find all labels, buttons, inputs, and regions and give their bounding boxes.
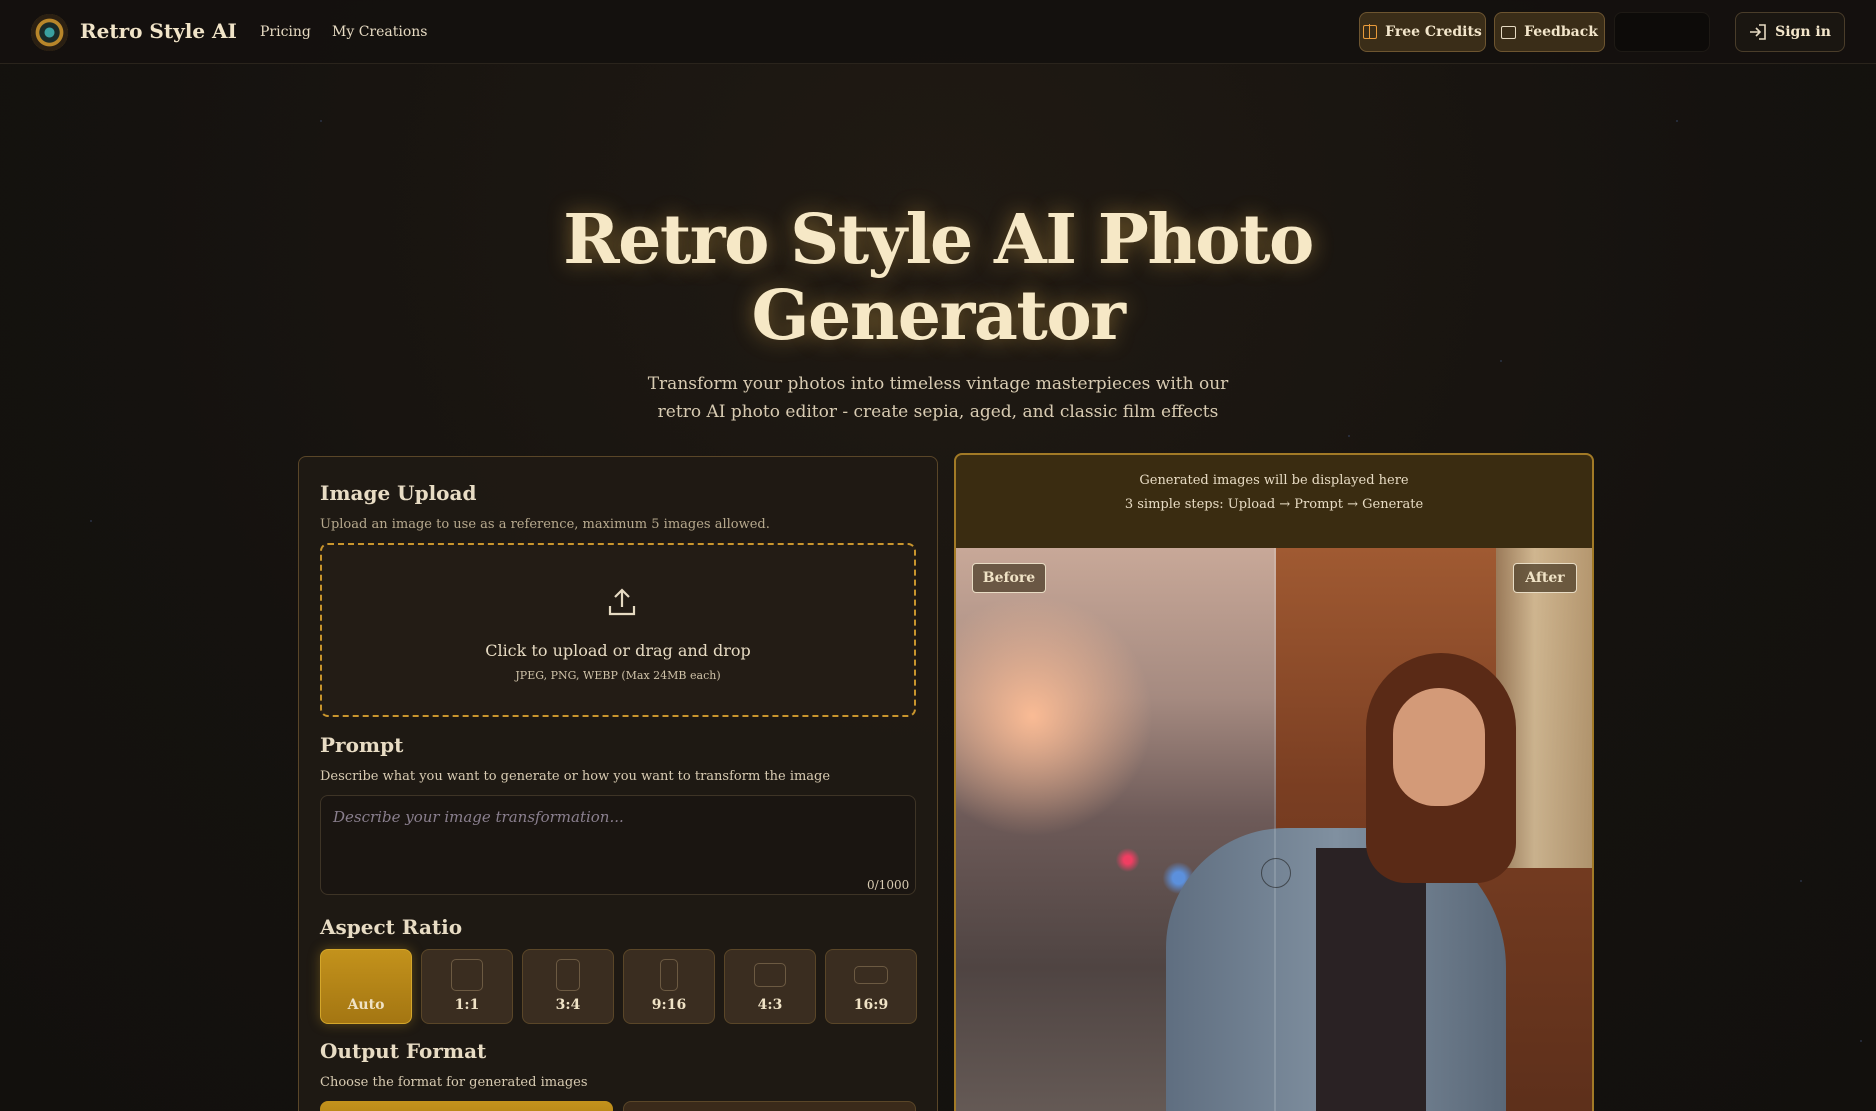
- prompt-input[interactable]: [320, 795, 916, 895]
- image-upload-desc: Upload an image to use as a reference, m…: [320, 517, 770, 532]
- ratio-label: 3:4: [555, 997, 581, 1013]
- ratio-label: 4:3: [757, 997, 783, 1013]
- output-format-desc: Choose the format for generated images: [320, 1075, 588, 1090]
- ratio-16-9-icon: [854, 966, 888, 984]
- before-after-image[interactable]: Before After: [956, 548, 1592, 1111]
- upload-formats: JPEG, PNG, WEBP (Max 24MB each): [515, 669, 721, 682]
- chat-icon: [1501, 25, 1517, 39]
- prompt-title: Prompt: [320, 733, 404, 757]
- ratio-1-1-icon: [451, 959, 483, 991]
- sign-in-label: Sign in: [1775, 24, 1831, 40]
- free-credits-button[interactable]: Free Credits: [1359, 12, 1486, 52]
- subtitle-line-2: retro AI photo editor - create sepia, ag…: [657, 402, 1219, 422]
- top-navbar: Retro Style AI Pricing My Creations Free…: [0, 0, 1876, 64]
- format-option-1[interactable]: [320, 1101, 613, 1111]
- page-title-line-2: Generator: [751, 276, 1126, 356]
- brand-name[interactable]: Retro Style AI: [80, 19, 237, 43]
- photo-subject-shirt: [1316, 848, 1426, 1111]
- sign-in-icon: [1750, 24, 1766, 40]
- ratio-option-auto[interactable]: Auto: [320, 949, 412, 1024]
- ratio-label: Auto: [347, 997, 385, 1013]
- ratio-option-1-1[interactable]: 1:1: [421, 949, 513, 1024]
- ratio-option-16-9[interactable]: 16:9: [825, 949, 917, 1024]
- ratio-option-4-3[interactable]: 4:3: [724, 949, 816, 1024]
- theme-toggle-button[interactable]: [1614, 12, 1710, 52]
- ratio-3-4-icon: [556, 959, 580, 991]
- aspect-ratio-group: Auto 1:1 3:4 9:16 4:3 16:9: [320, 949, 917, 1024]
- preview-placeholder-text: Generated images will be displayed here: [1139, 473, 1409, 488]
- nav-pricing[interactable]: Pricing: [260, 24, 311, 40]
- preview-panel: Generated images will be displayed here …: [954, 453, 1594, 1111]
- free-credits-label: Free Credits: [1385, 24, 1482, 40]
- nav-my-creations[interactable]: My Creations: [332, 24, 427, 40]
- prompt-desc: Describe what you want to generate or ho…: [320, 769, 831, 784]
- ratio-label: 1:1: [454, 997, 480, 1013]
- ratio-option-3-4[interactable]: 3:4: [522, 949, 614, 1024]
- ratio-label: 9:16: [651, 997, 687, 1013]
- logo-icon[interactable]: [31, 14, 68, 51]
- prompt-char-counter: 0/1000: [867, 878, 910, 892]
- ratio-9-16-icon: [660, 959, 678, 991]
- after-label: After: [1513, 563, 1577, 593]
- generator-form-panel: Image Upload Upload an image to use as a…: [298, 456, 938, 1111]
- comparison-divider: [1274, 548, 1276, 1111]
- format-option-2[interactable]: [623, 1101, 916, 1111]
- image-upload-title: Image Upload: [320, 481, 477, 505]
- subtitle-line-1: Transform your photos into timeless vint…: [647, 374, 1229, 394]
- upload-icon: [608, 588, 636, 616]
- preview-steps-text: 3 simple steps: Upload → Prompt → Genera…: [1124, 497, 1424, 512]
- ratio-label: 16:9: [853, 997, 889, 1013]
- upload-dropzone[interactable]: Click to upload or drag and drop JPEG, P…: [320, 543, 916, 717]
- before-label: Before: [972, 563, 1046, 593]
- gift-icon: [1363, 24, 1378, 39]
- sign-in-button[interactable]: Sign in: [1735, 12, 1845, 52]
- ratio-4-3-icon: [754, 963, 786, 987]
- page-title-line-1: Retro Style AI Photo: [563, 200, 1314, 280]
- ratio-option-9-16[interactable]: 9:16: [623, 949, 715, 1024]
- feedback-label: Feedback: [1524, 24, 1598, 40]
- feedback-button[interactable]: Feedback: [1494, 12, 1605, 52]
- page-subtitle: Transform your photos into timeless vint…: [0, 370, 1876, 426]
- output-format-title: Output Format: [320, 1039, 487, 1063]
- page-title: Retro Style AI Photo Generator: [0, 202, 1876, 354]
- upload-cta: Click to upload or drag and drop: [485, 641, 751, 660]
- photo-subject-face: [1393, 688, 1485, 806]
- aspect-ratio-title: Aspect Ratio: [320, 915, 463, 939]
- comparison-slider-handle[interactable]: [1261, 858, 1291, 888]
